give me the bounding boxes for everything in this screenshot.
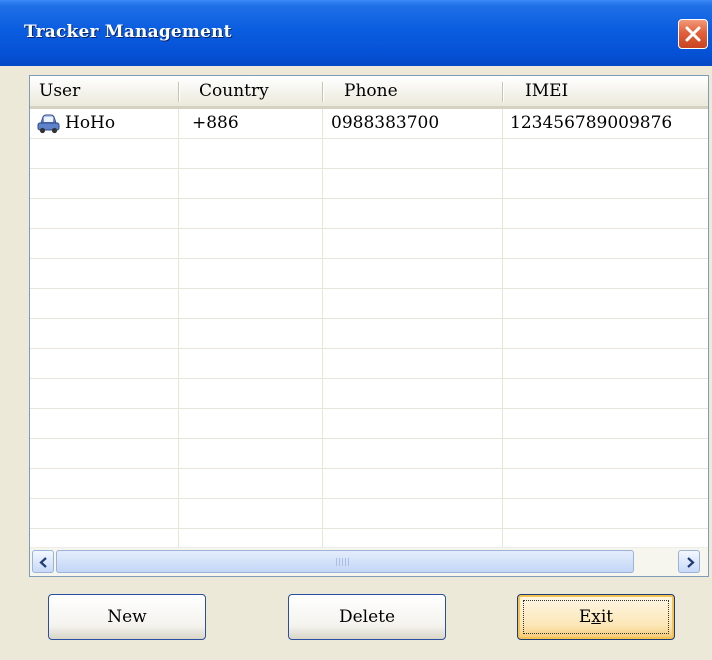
empty-row (30, 349, 708, 379)
empty-row (30, 289, 708, 319)
list-rows: HoHo +886 0988383700 123456789009876 (30, 109, 708, 559)
title-bar[interactable]: Tracker Management (0, 0, 712, 66)
car-icon (37, 114, 60, 134)
exit-button[interactable]: Exit (517, 594, 675, 640)
close-icon (685, 26, 701, 42)
exit-button-label: Exit (578, 607, 614, 627)
grid-line (322, 109, 323, 547)
column-divider[interactable] (502, 82, 503, 102)
scroll-right-button[interactable] (678, 550, 700, 573)
empty-row (30, 229, 708, 259)
column-header-phone[interactable]: Phone (344, 76, 398, 106)
column-header-country[interactable]: Country (199, 76, 269, 106)
horizontal-scrollbar[interactable] (30, 547, 708, 576)
window-title: Tracker Management (24, 22, 232, 42)
empty-row (30, 469, 708, 499)
scroll-left-button[interactable] (32, 550, 54, 573)
empty-row (30, 259, 708, 289)
cell-country: +886 (192, 113, 239, 133)
delete-button-label: Delete (338, 607, 396, 627)
scrollbar-grip (336, 558, 350, 566)
table-row[interactable]: HoHo +886 0988383700 123456789009876 (30, 109, 708, 139)
chevron-right-icon (687, 557, 695, 568)
empty-row (30, 139, 708, 169)
column-header-user[interactable]: User (39, 76, 80, 106)
delete-button[interactable]: Delete (288, 594, 446, 640)
tracker-management-dialog: Tracker Management User Country Phone IM… (0, 0, 712, 660)
empty-row (30, 379, 708, 409)
new-button[interactable]: New (48, 594, 206, 640)
scrollbar-thumb[interactable] (56, 550, 634, 573)
cell-imei: 123456789009876 (510, 113, 673, 133)
cell-user: HoHo (65, 113, 116, 133)
tracker-list[interactable]: User Country Phone IMEI HoHo +886 098838… (29, 75, 709, 577)
grid-line (178, 109, 179, 547)
chevron-left-icon (39, 557, 47, 568)
empty-row (30, 409, 708, 439)
empty-row (30, 439, 708, 469)
empty-row (30, 319, 708, 349)
cell-phone: 0988383700 (331, 113, 440, 133)
column-divider[interactable] (178, 82, 179, 102)
grid-line (502, 109, 503, 547)
empty-row (30, 499, 708, 529)
close-button[interactable] (678, 19, 708, 49)
list-header: User Country Phone IMEI (30, 76, 708, 109)
empty-row (30, 169, 708, 199)
new-button-label: New (107, 607, 147, 627)
column-divider[interactable] (322, 82, 323, 102)
empty-row (30, 199, 708, 229)
column-header-imei[interactable]: IMEI (525, 76, 568, 106)
